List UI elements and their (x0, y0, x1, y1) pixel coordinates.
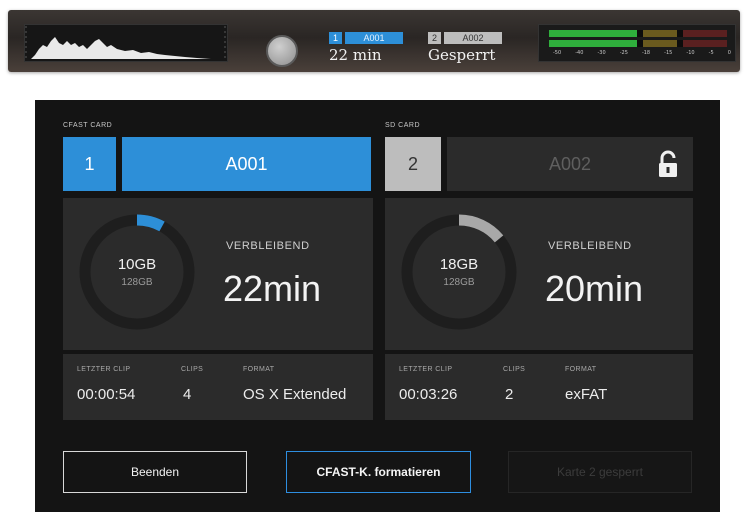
card2-locked-button: Karte 2 gesperrt (508, 451, 692, 493)
slot2-format-label: FORMAT (565, 366, 597, 373)
meter-tick: -50 (553, 50, 562, 56)
meter-tick: 0 (727, 50, 731, 56)
status-strip: 1 A001 22 min 2 A002 Gesperrt -50 -40 -3… (8, 10, 740, 72)
slot1-total: 128GB (121, 277, 153, 288)
slot2-last-clip-label: LETZTER CLIP (399, 366, 453, 373)
meter-tick: -10 (686, 50, 695, 56)
meter-tick: -5 (708, 50, 714, 56)
slot2-name: A002 (444, 32, 502, 44)
slot1-last-clip: 00:00:54 (77, 386, 136, 403)
slot2-remaining-value: 20min (545, 268, 644, 309)
slot1-clip-info: LETZTER CLIP 00:00:54 CLIPS 4 FORMAT OS … (63, 354, 373, 420)
slot2-usage-arc (458, 214, 504, 243)
slot2-remaining-label: VERBLEIBEND (548, 240, 632, 252)
slot1-last-clip-label: LETZTER CLIP (77, 366, 131, 373)
slot2-clips: 2 (505, 386, 514, 403)
slot2-status-text: Gesperrt (428, 46, 496, 64)
slot1-number-tab[interactable]: 1 (63, 137, 116, 191)
slot1-used: 10GB (117, 256, 157, 273)
record-button[interactable] (266, 35, 298, 67)
slot2-last-clip: 00:03:26 (399, 386, 458, 403)
lock-icon (659, 150, 677, 177)
format-cfast-button[interactable]: CFAST-K. formatieren (286, 451, 471, 493)
slot2-name: A002 (548, 153, 592, 174)
sd-card-header: SD CARD (385, 122, 421, 129)
slot1-format: OS X Extended (243, 386, 347, 403)
audio-meters: -50 -40 -30 -25 -18 -15 -10 -5 0 (538, 24, 736, 62)
audio-meter-scale: -50 -40 -30 -25 -18 -15 -10 -5 0 (553, 50, 731, 59)
meter-tick: -25 (619, 50, 628, 56)
histogram (24, 24, 228, 62)
slot2-used: 18GB (439, 256, 479, 273)
slot2-name-tab[interactable]: A002 (447, 137, 693, 191)
audio-meter-channel-2 (549, 40, 729, 47)
meter-tick: -30 (597, 50, 606, 56)
slot2-format: exFAT (565, 386, 608, 403)
meter-tick: -40 (575, 50, 584, 56)
meter-tick: -18 (641, 50, 651, 56)
cfast-card-header: CFAST CARD (63, 122, 113, 129)
slot1-usage-arc (136, 214, 165, 232)
slot2-index: 2 (428, 32, 441, 44)
slot1-remaining-label: VERBLEIBEND (226, 240, 310, 252)
slot1-remaining: 22 min (329, 46, 382, 64)
slot1-clips: 4 (183, 386, 192, 403)
histogram-graph (25, 26, 226, 60)
slot2-clips-label: CLIPS (503, 366, 526, 373)
storage-media-panel: CFAST CARD 1 A001 10GB 128GB VERBLEIBEND… (35, 100, 720, 512)
slot1-name: A001 (345, 32, 403, 44)
slot1-remaining-value: 22min (223, 268, 322, 309)
slot1-name-tab[interactable]: A001 (122, 137, 371, 191)
slot2-clip-info: LETZTER CLIP 00:03:26 CLIPS 2 FORMAT exF… (385, 354, 693, 420)
slot2-total: 128GB (443, 277, 475, 288)
audio-meter-channel-1 (549, 30, 729, 37)
slot1-index: 1 (329, 32, 342, 44)
slot1-format-label: FORMAT (243, 366, 275, 373)
slot1-clips-label: CLIPS (181, 366, 204, 373)
slot1-card-info: 10GB 128GB VERBLEIBEND 22min (63, 198, 373, 350)
slot2-card-info: 18GB 128GB VERBLEIBEND 20min (385, 198, 693, 350)
meter-tick: -15 (664, 50, 673, 56)
quit-button[interactable]: Beenden (63, 451, 247, 493)
slot2-number-tab[interactable]: 2 (385, 137, 441, 191)
